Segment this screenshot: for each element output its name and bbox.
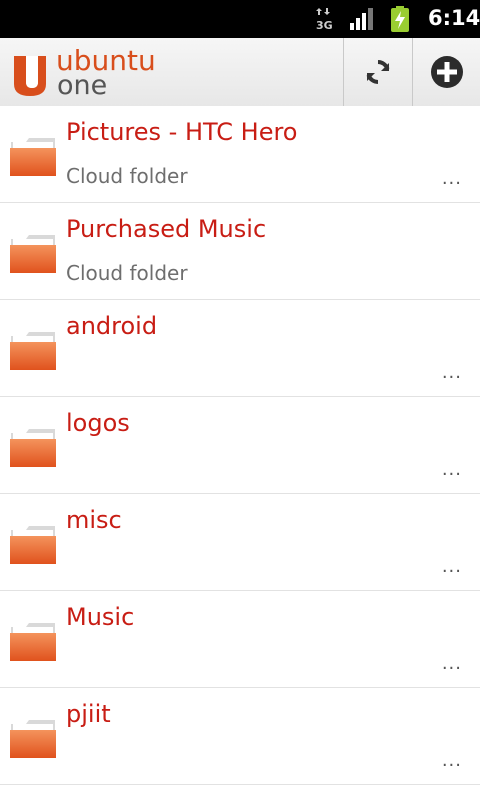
svg-text:3G: 3G bbox=[316, 19, 333, 31]
folder-icon bbox=[10, 330, 56, 370]
app-header: ubuntu one bbox=[0, 38, 480, 107]
folder-options-button[interactable]: ... bbox=[442, 170, 462, 188]
folder-subtitle: Cloud folder bbox=[66, 261, 188, 285]
sync-button[interactable] bbox=[343, 38, 412, 106]
logo-word-one: one bbox=[57, 70, 108, 101]
folder-list-item[interactable]: Pictures - HTC Hero Cloud folder... bbox=[0, 106, 480, 203]
network-3g-icon: 3G bbox=[316, 8, 333, 31]
folder-list-item[interactable]: misc... bbox=[0, 494, 480, 591]
folder-options-button[interactable]: ... bbox=[442, 461, 462, 479]
folder-name: pjiit bbox=[66, 700, 111, 728]
folder-icon bbox=[10, 718, 56, 758]
folder-list-item[interactable]: logos... bbox=[0, 397, 480, 494]
folder-name: Purchased Music bbox=[66, 215, 267, 243]
battery-charging-icon bbox=[391, 6, 409, 32]
ubuntu-one-mark-icon bbox=[14, 56, 46, 96]
folder-name: Music bbox=[66, 603, 135, 631]
folder-list-item[interactable]: Music... bbox=[0, 591, 480, 688]
folder-icon bbox=[10, 427, 56, 467]
folder-icon bbox=[10, 233, 56, 273]
folder-options-button[interactable]: ... bbox=[442, 655, 462, 673]
folder-icon bbox=[10, 524, 56, 564]
folder-subtitle: Cloud folder bbox=[66, 164, 188, 188]
add-icon bbox=[431, 56, 463, 88]
folder-name: logos bbox=[66, 409, 130, 437]
folder-list-item[interactable]: android... bbox=[0, 300, 480, 397]
folder-name: misc bbox=[66, 506, 122, 534]
sync-icon bbox=[366, 60, 390, 84]
ubuntu-one-logo: ubuntu one bbox=[10, 44, 180, 101]
folder-name: Pictures - HTC Hero bbox=[66, 118, 298, 146]
add-button[interactable] bbox=[412, 38, 480, 106]
status-bar: 3G 6:14 bbox=[0, 0, 480, 38]
folder-list: Pictures - HTC Hero Cloud folder... Purcha… bbox=[0, 106, 480, 785]
folder-icon bbox=[10, 621, 56, 661]
folder-list-item[interactable]: pjiit... bbox=[0, 688, 480, 785]
folder-icon bbox=[10, 136, 56, 176]
clock: 6:14 bbox=[428, 6, 480, 30]
folder-options-button[interactable]: ... bbox=[442, 558, 462, 576]
folder-options-button[interactable]: ... bbox=[442, 364, 462, 382]
folder-name: android bbox=[66, 312, 158, 340]
folder-options-button[interactable]: ... bbox=[442, 752, 462, 770]
signal-strength-icon bbox=[350, 8, 373, 30]
folder-list-item[interactable]: Purchased Music Cloud folder bbox=[0, 203, 480, 300]
